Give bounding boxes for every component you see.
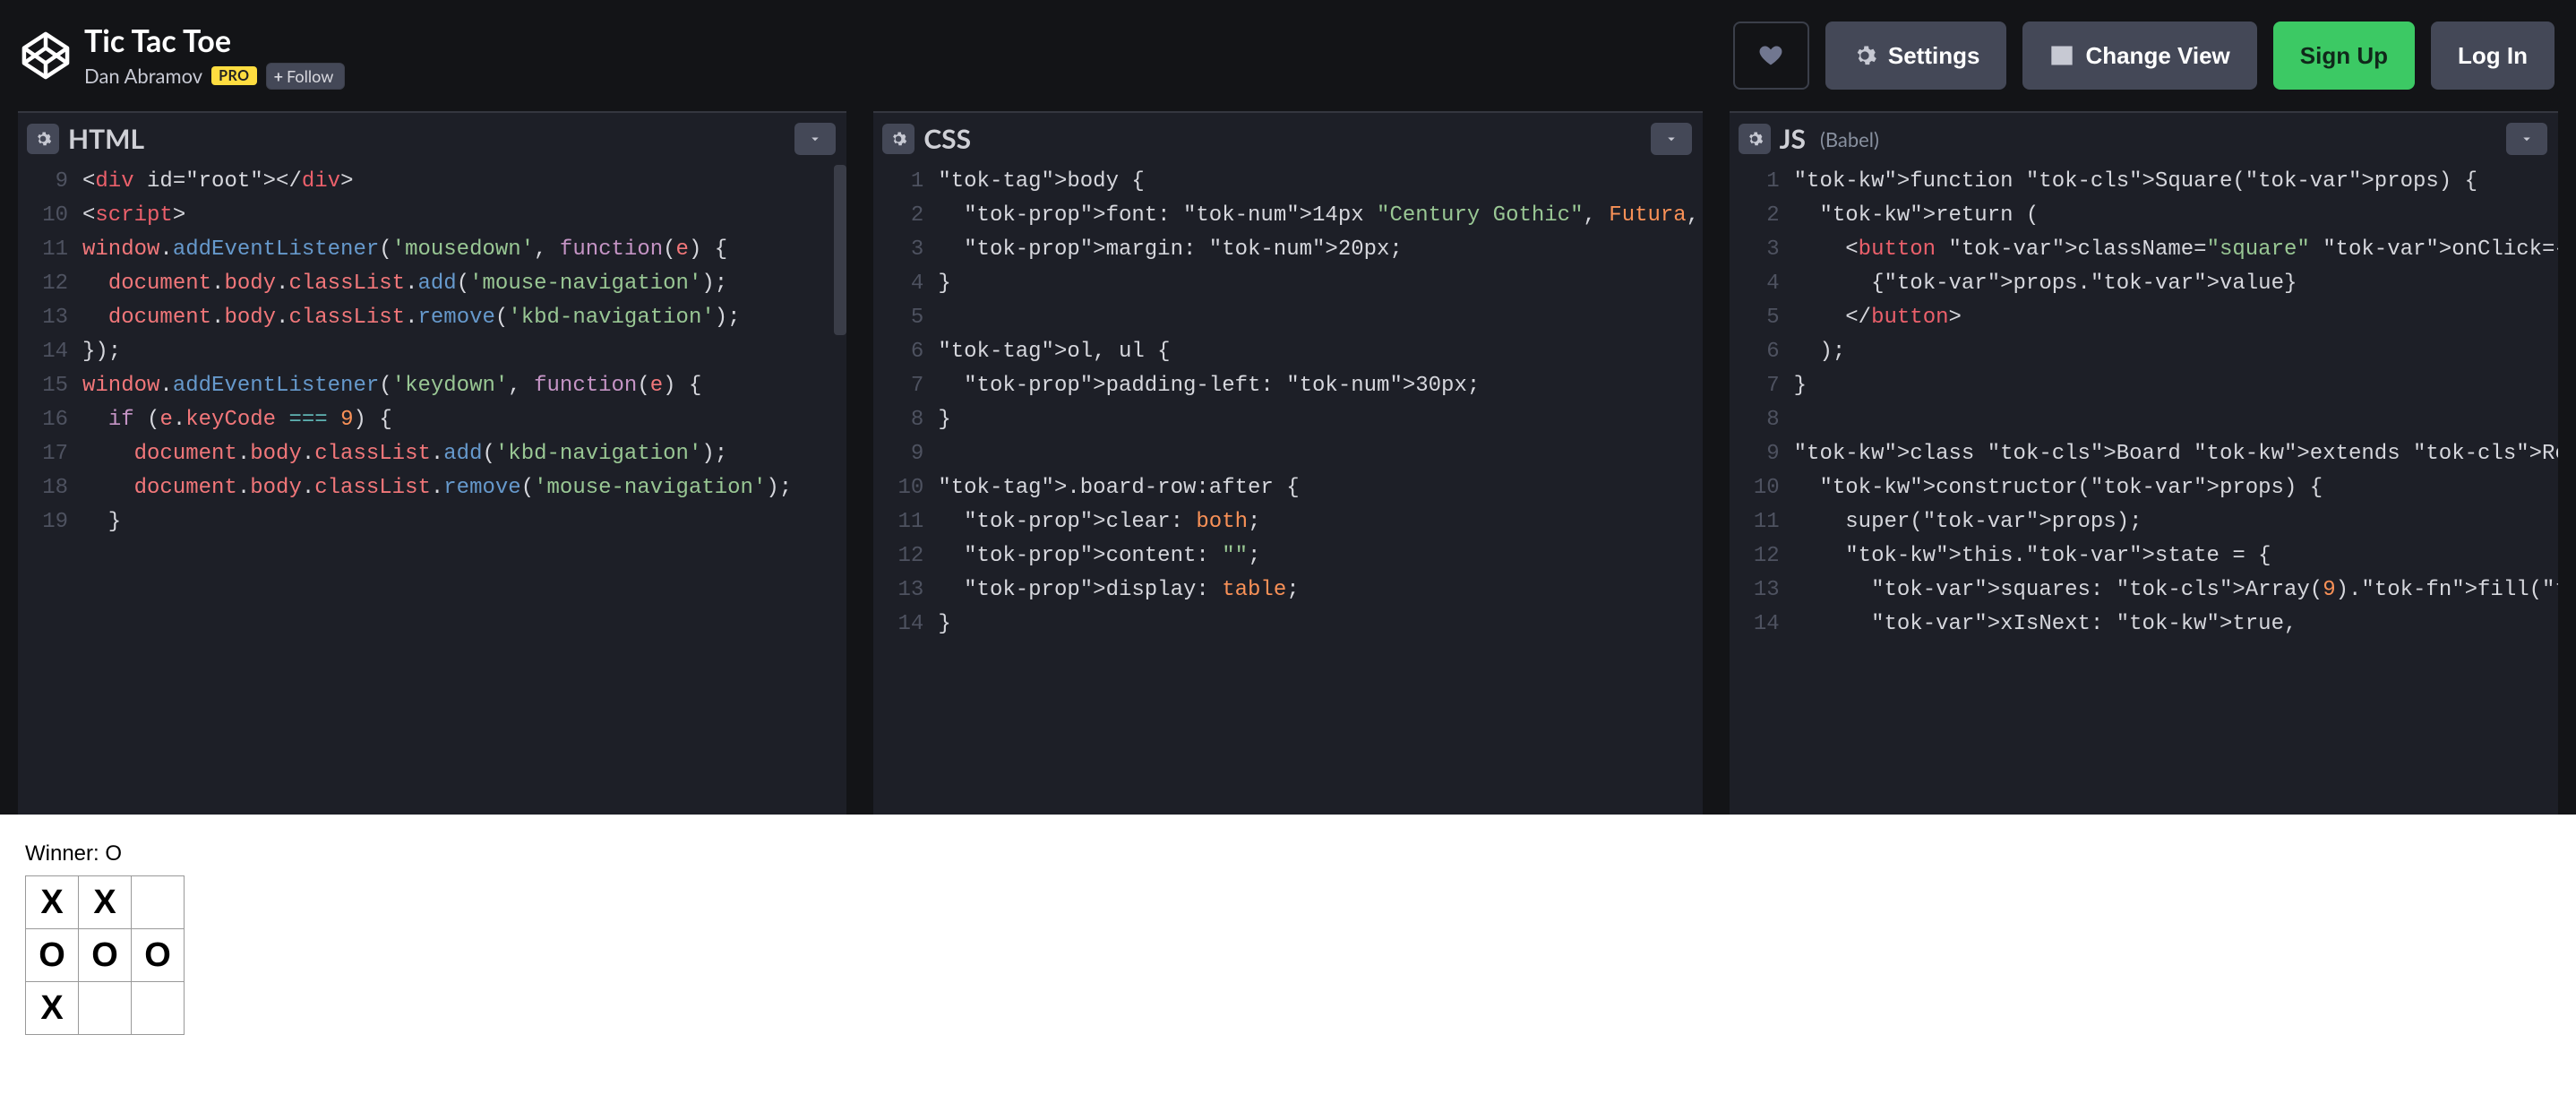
gear-icon bbox=[1852, 43, 1877, 68]
editor-menu-button-js[interactable] bbox=[2506, 123, 2547, 155]
square-button[interactable]: X bbox=[25, 981, 79, 1035]
editor-menu-button-css[interactable] bbox=[1651, 123, 1692, 155]
code-editor-html[interactable]: 910111213141516171819 <div id="root"></d… bbox=[18, 165, 846, 815]
board-row: X bbox=[25, 981, 184, 1034]
square-button[interactable]: O bbox=[25, 928, 79, 982]
editor-settings-button-html[interactable] bbox=[27, 124, 59, 154]
editor-row: HTML 910111213141516171819 <div id="root… bbox=[0, 111, 2576, 815]
board-row: XX bbox=[25, 875, 184, 928]
pen-author[interactable]: Dan Abramov bbox=[84, 64, 202, 88]
square-button[interactable]: X bbox=[25, 875, 79, 929]
gear-icon bbox=[889, 130, 907, 148]
gear-icon bbox=[34, 130, 52, 148]
game-board: XXOOOX bbox=[25, 875, 184, 1034]
pro-badge: PRO bbox=[211, 66, 256, 85]
chevron-down-icon bbox=[2519, 131, 2535, 147]
board-row: OOO bbox=[25, 928, 184, 981]
editor-label-js: JS bbox=[1780, 123, 1806, 155]
follow-button[interactable]: + Follow bbox=[266, 63, 346, 90]
layout-icon bbox=[2049, 43, 2074, 68]
chevron-down-icon bbox=[1663, 131, 1679, 147]
editor-panel-css: CSS 1234567891011121314 "tok-tag">body {… bbox=[873, 111, 1702, 815]
square-button[interactable] bbox=[78, 981, 132, 1035]
editor-menu-button-html[interactable] bbox=[794, 123, 836, 155]
chevron-down-icon bbox=[807, 131, 823, 147]
editor-sublabel-js: (Babel) bbox=[1820, 127, 1879, 151]
love-button[interactable] bbox=[1733, 22, 1809, 90]
pen-title: Tic Tac Toe bbox=[84, 22, 345, 59]
gear-icon bbox=[1746, 130, 1764, 148]
square-button[interactable] bbox=[131, 981, 185, 1035]
editor-settings-button-js[interactable] bbox=[1739, 124, 1771, 154]
editor-settings-button-css[interactable] bbox=[882, 124, 914, 154]
square-button[interactable]: X bbox=[78, 875, 132, 929]
editor-label-html: HTML bbox=[68, 123, 144, 155]
result-pane: Winner: O XXOOOX bbox=[0, 815, 2576, 1095]
editor-panel-html: HTML 910111213141516171819 <div id="root… bbox=[18, 111, 846, 815]
codepen-logo[interactable] bbox=[11, 30, 81, 81]
settings-button[interactable]: Settings bbox=[1825, 22, 2007, 90]
square-button[interactable]: O bbox=[78, 928, 132, 982]
game-status: Winner: O bbox=[25, 841, 2551, 867]
editor-label-css: CSS bbox=[923, 123, 971, 155]
plus-icon: + bbox=[274, 66, 283, 86]
sign-up-button[interactable]: Sign Up bbox=[2273, 22, 2415, 90]
change-view-button[interactable]: Change View bbox=[2022, 22, 2256, 90]
scrollbar-thumb[interactable] bbox=[834, 165, 846, 335]
square-button[interactable]: O bbox=[131, 928, 185, 982]
square-button[interactable] bbox=[131, 875, 185, 929]
code-editor-css[interactable]: 1234567891011121314 "tok-tag">body { "to… bbox=[873, 165, 1702, 815]
code-editor-js[interactable]: 1234567891011121314 "tok-kw">function "t… bbox=[1730, 165, 2558, 815]
heart-icon bbox=[1758, 43, 1783, 68]
app-header: Tic Tac Toe Dan Abramov PRO + Follow Set… bbox=[0, 0, 2576, 111]
log-in-button[interactable]: Log In bbox=[2431, 22, 2555, 90]
editor-panel-js: JS (Babel) 1234567891011121314 "tok-kw">… bbox=[1730, 111, 2558, 815]
